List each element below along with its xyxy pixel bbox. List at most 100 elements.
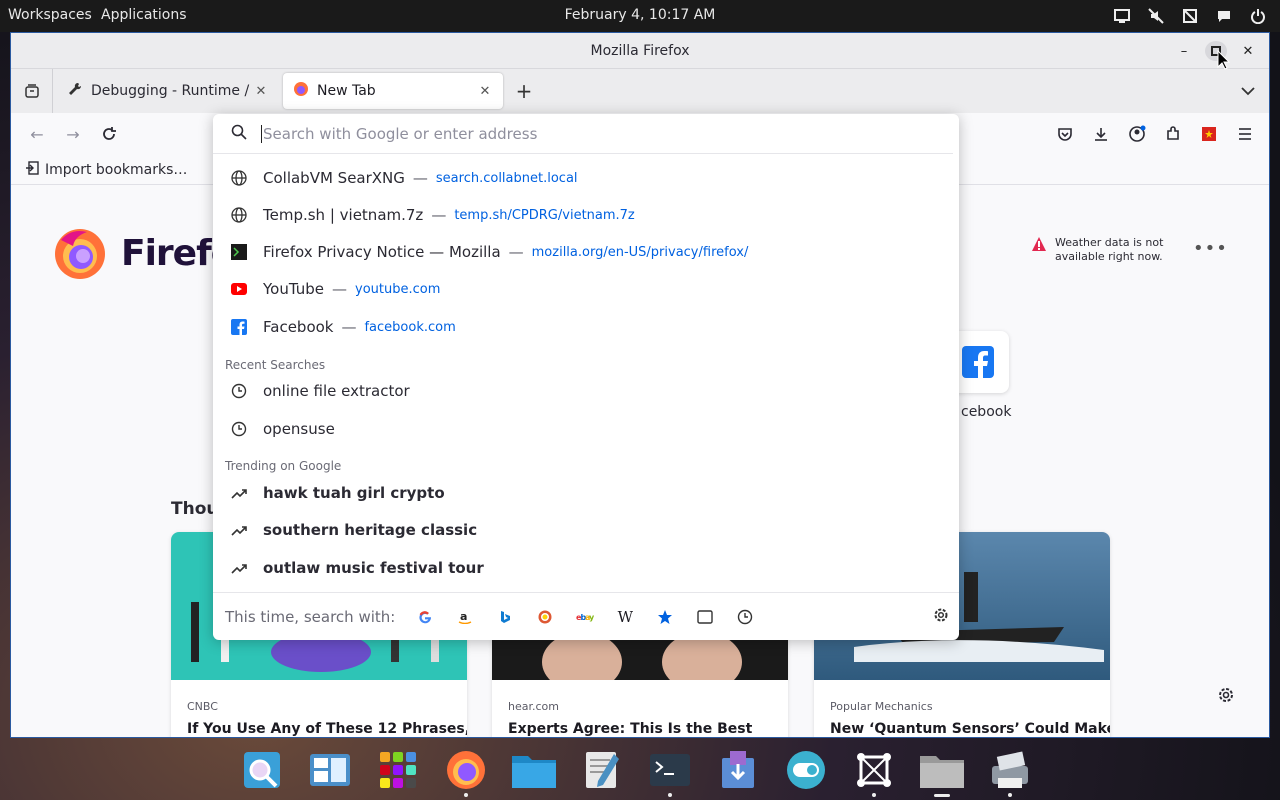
separator: — (412, 169, 428, 187)
google-icon[interactable] (405, 603, 445, 631)
terminal-favicon-icon (231, 244, 247, 260)
screenshot-app-icon[interactable] (840, 740, 908, 800)
tabs-icon[interactable] (685, 603, 725, 631)
suggestion-row[interactable]: CollabVM SearXNG — search.collabnet.loca… (213, 160, 959, 196)
forward-arrow-icon[interactable]: → (55, 118, 91, 150)
recent-search-row[interactable]: opensuse (213, 411, 959, 447)
workspaces-app-icon[interactable] (296, 740, 364, 800)
trending-icon (231, 522, 247, 538)
mute-icon[interactable] (1146, 6, 1166, 26)
flag-icon[interactable] (1193, 120, 1225, 148)
amazon-icon[interactable]: a (445, 603, 485, 631)
terminal-icon[interactable] (636, 740, 704, 800)
trending-row[interactable]: southern heritage classic (213, 512, 959, 548)
story-headline: If You Use Any of These 12 Phrases, (187, 721, 467, 737)
suggestion-title: YouTube (263, 280, 324, 298)
trending-text: outlaw music festival tour (263, 559, 484, 577)
svg-text:a: a (460, 610, 467, 623)
wrench-icon (67, 81, 83, 101)
extensions-icon[interactable] (1157, 120, 1189, 148)
more-options-icon[interactable]: ••• (1193, 238, 1228, 259)
trending-text: hawk tuah girl crypto (263, 484, 445, 502)
suggestion-row[interactable]: YouTube — youtube.com (213, 271, 959, 307)
tab-label: New Tab (317, 83, 376, 99)
firefox-view-button[interactable] (11, 69, 53, 113)
toggle-app-icon[interactable] (772, 740, 840, 800)
personalize-gear-icon[interactable] (1217, 686, 1235, 708)
chat-icon[interactable] (1214, 6, 1234, 26)
account-icon[interactable] (1121, 120, 1153, 148)
firefox-icon[interactable] (432, 740, 500, 800)
titlebar[interactable]: Mozilla Firefox – ✕ (11, 33, 1269, 69)
text-editor-icon[interactable] (568, 740, 636, 800)
mouse-cursor-icon (1217, 50, 1231, 70)
tab-debugging[interactable]: Debugging - Runtime / this-firefox ✕ (57, 73, 279, 109)
system-tray (1112, 6, 1268, 26)
clock[interactable]: February 4, 10:17 AM (0, 7, 1280, 23)
suggestion-url: youtube.com (355, 281, 441, 297)
trending-row[interactable]: outlaw music festival tour (213, 550, 959, 586)
files-icon[interactable] (500, 740, 568, 800)
warning-icon (1031, 236, 1047, 264)
wikipedia-icon[interactable]: W (605, 603, 645, 631)
trending-row[interactable]: hawk tuah girl crypto (213, 475, 959, 511)
tab-label: Debugging - Runtime / this-firefox (91, 83, 253, 99)
ebay-icon[interactable]: ebay (565, 603, 605, 631)
address-bar[interactable] (213, 114, 953, 154)
story-headline: Experts Agree: This Is the Best (508, 721, 753, 737)
globe-icon (231, 170, 247, 186)
suggestion-row[interactable]: Temp.sh | vietnam.7z — temp.sh/CPDRG/vie… (213, 197, 959, 233)
trending-label: Trending on Google (225, 459, 342, 473)
running-indicator (934, 794, 950, 797)
download-icon[interactable] (1085, 120, 1117, 148)
suggestion-url: mozilla.org/en-US/privacy/firefox/ (531, 244, 749, 260)
separator: — (508, 243, 524, 261)
app-grid-icon[interactable] (364, 740, 432, 800)
reload-icon[interactable] (91, 118, 127, 150)
folder-icon[interactable] (908, 740, 976, 800)
bing-icon[interactable] (485, 603, 525, 631)
firefox-icon (293, 81, 309, 101)
window-title: Mozilla Firefox (590, 42, 690, 59)
separator: — (332, 280, 347, 298)
history-icon[interactable] (725, 603, 765, 631)
search-app-icon[interactable] (228, 740, 296, 800)
import-icon (25, 160, 39, 179)
separator: — (431, 206, 447, 224)
tab-new-tab[interactable]: New Tab ✕ (283, 73, 503, 109)
search-settings-gear-icon[interactable] (933, 607, 949, 627)
duckduckgo-icon[interactable] (525, 603, 565, 631)
pocket-icon[interactable] (1049, 120, 1081, 148)
bookmarks-star-icon[interactable] (645, 603, 685, 631)
suggestion-row[interactable]: Facebook — facebook.com (213, 309, 959, 345)
history-icon (231, 421, 247, 437)
suggestion-row[interactable]: Firefox Privacy Notice — Mozilla — mozil… (213, 234, 959, 270)
power-icon[interactable] (1248, 6, 1268, 26)
url-input[interactable] (261, 124, 861, 143)
menu-icon[interactable] (1229, 120, 1261, 148)
youtube-icon (231, 281, 247, 297)
svg-text:y: y (589, 613, 594, 622)
display-icon[interactable] (1112, 6, 1132, 26)
installer-icon[interactable] (704, 740, 772, 800)
tab-close-icon[interactable]: ✕ (253, 84, 269, 99)
minimize-icon[interactable]: – (1173, 41, 1195, 61)
separator: — (341, 318, 357, 336)
trending-icon (231, 485, 247, 501)
printer-icon[interactable] (976, 740, 1044, 800)
network-off-icon[interactable] (1180, 6, 1200, 26)
running-indicator (464, 793, 468, 797)
tab-close-icon[interactable]: ✕ (477, 84, 493, 99)
suggestion-title: Temp.sh | vietnam.7z (263, 206, 424, 224)
close-icon[interactable]: ✕ (1237, 41, 1259, 61)
globe-icon (231, 207, 247, 223)
firefox-view-icon (24, 84, 39, 98)
chevron-down-icon[interactable] (1241, 81, 1255, 100)
suggestion-title: CollabVM SearXNG (263, 169, 405, 187)
suggestion-title: Facebook (263, 318, 334, 336)
new-tab-button[interactable]: + (509, 76, 539, 106)
import-bookmarks-link[interactable]: Import bookmarks… (45, 162, 187, 178)
recent-search-row[interactable]: online file extractor (213, 373, 959, 409)
address-bar-dropdown: CollabVM SearXNG — search.collabnet.loca… (213, 114, 959, 640)
back-arrow-icon[interactable]: ← (19, 118, 55, 150)
